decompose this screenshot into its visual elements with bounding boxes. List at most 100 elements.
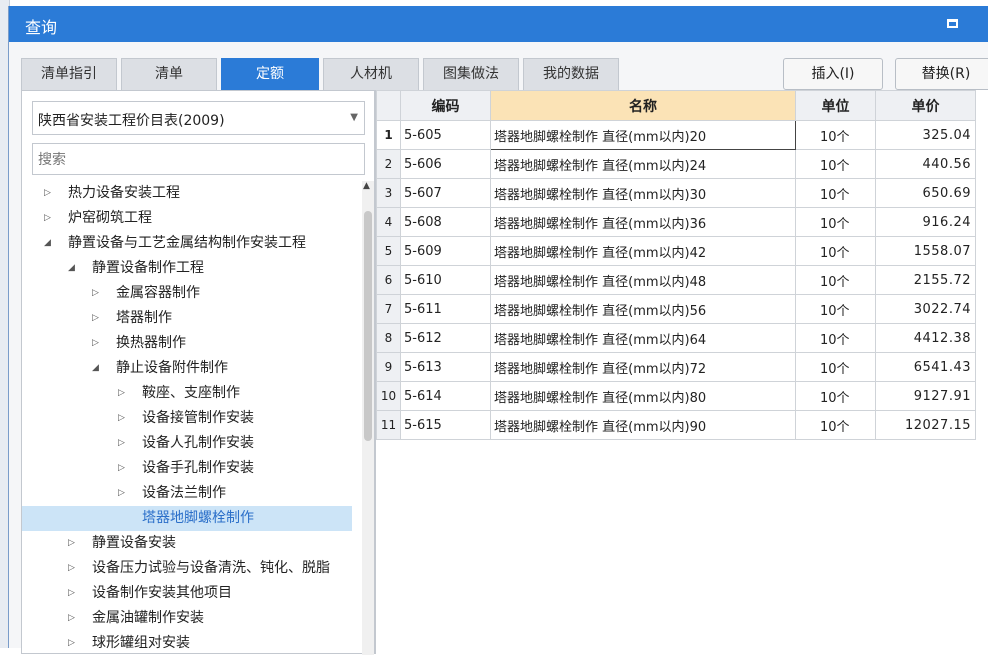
table-row[interactable]: 11 5-615 塔器地脚螺栓制作 直径(mm以内)90 10个 12027.15 (376, 410, 976, 440)
cell-unit[interactable]: 10个 (795, 120, 876, 150)
table-row[interactable]: 2 5-606 塔器地脚螺栓制作 直径(mm以内)24 10个 440.56 (376, 149, 976, 179)
tree-node[interactable]: ▷ 设备人孔制作安装 (22, 431, 352, 456)
cell-name[interactable]: 塔器地脚螺栓制作 直径(mm以内)72 (490, 352, 796, 382)
row-number[interactable]: 5 (376, 236, 401, 266)
cell-code[interactable]: 5-606 (400, 149, 491, 179)
maximize-button[interactable] (941, 12, 965, 36)
cell-unit[interactable]: 10个 (795, 352, 876, 382)
close-button[interactable] (973, 12, 988, 36)
cell-code[interactable]: 5-609 (400, 236, 491, 266)
tree-expand-icon[interactable]: ▷ (118, 406, 130, 431)
tab-material[interactable]: 人材机 (323, 58, 419, 90)
tree-node[interactable]: ▷ 设备手孔制作安装 (22, 456, 352, 481)
tree-node[interactable]: ▷ 设备制作安装其他项目 (22, 581, 352, 606)
cell-name[interactable]: 塔器地脚螺栓制作 直径(mm以内)90 (490, 410, 796, 440)
cell-name[interactable]: 塔器地脚螺栓制作 直径(mm以内)30 (490, 178, 796, 208)
cell-name[interactable]: 塔器地脚螺栓制作 直径(mm以内)20 (490, 120, 796, 150)
tree-expand-icon[interactable]: ▷ (68, 531, 80, 556)
tab-guide[interactable]: 清单指引 (21, 58, 117, 90)
cell-unit[interactable]: 10个 (795, 207, 876, 237)
tree-expand-icon[interactable]: ▷ (92, 306, 104, 331)
cell-name[interactable]: 塔器地脚螺栓制作 直径(mm以内)24 (490, 149, 796, 179)
tree-node[interactable]: ▷ 塔器制作 (22, 306, 352, 331)
table-row[interactable]: 7 5-611 塔器地脚螺栓制作 直径(mm以内)56 10个 3022.74 (376, 294, 976, 324)
cell-name[interactable]: 塔器地脚螺栓制作 直径(mm以内)80 (490, 381, 796, 411)
tree-expand-icon[interactable]: ▷ (92, 281, 104, 306)
cell-price[interactable]: 9127.91 (875, 381, 976, 411)
tree-node[interactable]: 塔器地脚螺栓制作 (22, 506, 352, 531)
cell-unit[interactable]: 10个 (795, 410, 876, 440)
cell-unit[interactable]: 10个 (795, 178, 876, 208)
cell-code[interactable]: 5-615 (400, 410, 491, 440)
tree-expand-icon[interactable]: ▷ (44, 181, 56, 206)
tree-node[interactable]: ◢ 静止设备附件制作 (22, 356, 352, 381)
tree-expand-icon[interactable]: ▷ (92, 331, 104, 356)
tree-node[interactable]: ▷ 球形罐组对安装 (22, 631, 352, 655)
cell-price[interactable]: 325.04 (875, 120, 976, 150)
cell-unit[interactable]: 10个 (795, 323, 876, 353)
scroll-up-icon[interactable]: ▲ (363, 181, 370, 191)
cell-price[interactable]: 6541.43 (875, 352, 976, 382)
tab-my-data[interactable]: 我的数据 (523, 58, 619, 90)
tree-expand-icon[interactable]: ▷ (118, 381, 130, 406)
table-row[interactable]: 4 5-608 塔器地脚螺栓制作 直径(mm以内)36 10个 916.24 (376, 207, 976, 237)
cell-code[interactable]: 5-614 (400, 381, 491, 411)
tree-node[interactable]: ▷ 鞍座、支座制作 (22, 381, 352, 406)
tree-expand-icon[interactable]: ▷ (118, 431, 130, 456)
row-number[interactable]: 4 (376, 207, 401, 237)
column-header-code[interactable]: 编码 (400, 90, 491, 121)
cell-code[interactable]: 5-613 (400, 352, 491, 382)
cell-code[interactable]: 5-611 (400, 294, 491, 324)
row-number[interactable]: 10 (376, 381, 401, 411)
row-number[interactable]: 7 (376, 294, 401, 324)
tab-atlas[interactable]: 图集做法 (423, 58, 519, 90)
table-row[interactable]: 6 5-610 塔器地脚螺栓制作 直径(mm以内)48 10个 2155.72 (376, 265, 976, 295)
cell-unit[interactable]: 10个 (795, 265, 876, 295)
row-number[interactable]: 6 (376, 265, 401, 295)
library-select[interactable]: 陕西省安装工程价目表(2009) ▼ (32, 101, 365, 135)
row-number[interactable]: 3 (376, 178, 401, 208)
tree-node[interactable]: ◢ 静置设备制作工程 (22, 256, 352, 281)
tree-node[interactable]: ▷ 金属油罐制作安装 (22, 606, 352, 631)
tree-expand-icon[interactable]: ▷ (68, 631, 80, 655)
cell-unit[interactable]: 10个 (795, 294, 876, 324)
tree-expand-icon[interactable]: ▷ (44, 206, 56, 231)
tree-expand-icon[interactable]: ▷ (118, 481, 130, 506)
cell-name[interactable]: 塔器地脚螺栓制作 直径(mm以内)64 (490, 323, 796, 353)
cell-code[interactable]: 5-607 (400, 178, 491, 208)
row-number[interactable]: 9 (376, 352, 401, 382)
tree-collapse-icon[interactable]: ◢ (68, 256, 80, 281)
column-header-name[interactable]: 名称 (490, 90, 796, 121)
insert-button[interactable]: 插入(I) (783, 58, 883, 90)
row-number[interactable]: 2 (376, 149, 401, 179)
tree-expand-icon[interactable]: ▷ (118, 456, 130, 481)
cell-name[interactable]: 塔器地脚螺栓制作 直径(mm以内)48 (490, 265, 796, 295)
search-input[interactable] (32, 143, 365, 175)
cell-price[interactable]: 3022.74 (875, 294, 976, 324)
table-row[interactable]: 1 5-605 塔器地脚螺栓制作 直径(mm以内)20 10个 325.04 (376, 120, 976, 150)
cell-code[interactable]: 5-612 (400, 323, 491, 353)
cell-price[interactable]: 916.24 (875, 207, 976, 237)
replace-button[interactable]: 替换(R) (895, 58, 988, 90)
row-number[interactable]: 8 (376, 323, 401, 353)
tree-collapse-icon[interactable]: ◢ (92, 356, 104, 381)
tab-bill[interactable]: 清单 (121, 58, 217, 90)
tab-quota[interactable]: 定额 (221, 58, 319, 90)
tree-node[interactable]: ▷ 炉窑砌筑工程 (22, 206, 352, 231)
cell-name[interactable]: 塔器地脚螺栓制作 直径(mm以内)36 (490, 207, 796, 237)
cell-price[interactable]: 2155.72 (875, 265, 976, 295)
cell-name[interactable]: 塔器地脚螺栓制作 直径(mm以内)56 (490, 294, 796, 324)
table-row[interactable]: 3 5-607 塔器地脚螺栓制作 直径(mm以内)30 10个 650.69 (376, 178, 976, 208)
tree-node[interactable]: ▷ 设备接管制作安装 (22, 406, 352, 431)
cell-price[interactable]: 4412.38 (875, 323, 976, 353)
column-header-price[interactable]: 单价 (875, 90, 976, 121)
row-number[interactable]: 1 (376, 120, 401, 150)
tree-scrollbar[interactable]: ▲ (362, 181, 374, 655)
tree-node[interactable]: ▷ 设备压力试验与设备清洗、钝化、脱脂 (22, 556, 352, 581)
cell-code[interactable]: 5-610 (400, 265, 491, 295)
cell-unit[interactable]: 10个 (795, 149, 876, 179)
table-row[interactable]: 9 5-613 塔器地脚螺栓制作 直径(mm以内)72 10个 6541.43 (376, 352, 976, 382)
scroll-thumb[interactable] (364, 211, 372, 441)
cell-code[interactable]: 5-605 (400, 120, 491, 150)
tree-node[interactable]: ▷ 金属容器制作 (22, 281, 352, 306)
